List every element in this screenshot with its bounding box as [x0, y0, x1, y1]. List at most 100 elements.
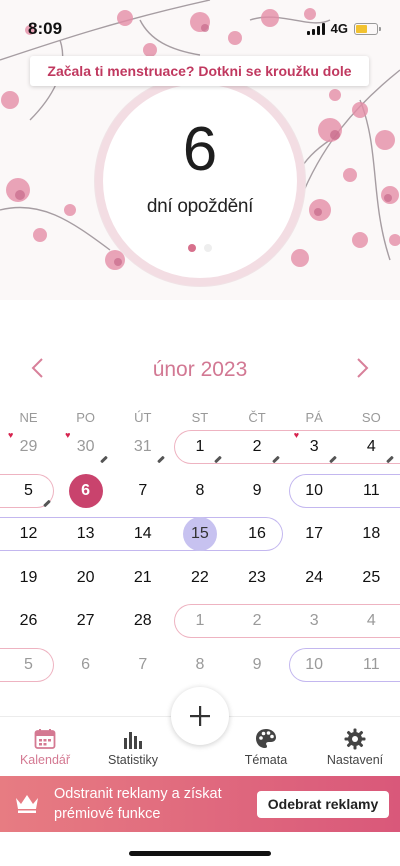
day-number: 5 [24, 655, 33, 673]
calendar-day[interactable]: 31 [114, 430, 171, 464]
calendar-day[interactable]: 7 [114, 648, 171, 682]
period-start-prompt[interactable]: Začala ti menstruace? Dotkni se kroužku … [30, 56, 369, 86]
calendar-day[interactable]: 8 [171, 648, 228, 682]
note-pencil-icon [328, 455, 337, 464]
calendar-day[interactable]: 4 [343, 604, 400, 638]
day-number: 3 [309, 612, 319, 629]
day-number: 18 [362, 525, 381, 542]
calendar-day[interactable]: 1 [171, 430, 228, 464]
day-number: 6 [81, 655, 91, 673]
calendar-day[interactable]: 25 [343, 561, 400, 595]
heart-icon: ♥ [8, 430, 14, 440]
page-dot-active[interactable] [188, 244, 196, 252]
day-number: 31 [133, 438, 152, 455]
calendar-day[interactable]: 29 ♥ [0, 430, 57, 464]
calendar-icon [0, 727, 90, 751]
nav-item-settings[interactable]: Nastavení [310, 727, 400, 767]
calendar-day[interactable]: 7 [114, 474, 171, 508]
day-number: 13 [76, 525, 95, 542]
calendar-day[interactable]: 11 [343, 648, 400, 682]
calendar-day[interactable]: 15 [171, 517, 228, 551]
month-title: únor 2023 [152, 358, 248, 381]
nav-label-settings: Nastavení [326, 753, 384, 767]
calendar-day[interactable]: 27 [57, 604, 114, 638]
calendar-day[interactable]: 30 ♥ [57, 430, 114, 464]
calendar-day[interactable]: 14 [114, 517, 171, 551]
calendar-day[interactable]: 21 [114, 561, 171, 595]
calendar-day-today[interactable]: 6 [57, 473, 114, 508]
calendar-day[interactable]: 28 [114, 604, 171, 638]
day-number: 14 [133, 525, 152, 542]
calendar-day[interactable]: 8 [171, 474, 228, 508]
day-number: 15 [182, 517, 217, 551]
calendar-day[interactable]: 18 [343, 517, 400, 551]
network-type: 4G [330, 21, 348, 36]
calendar-day[interactable]: 22 [171, 561, 228, 595]
calendar-day[interactable]: 4 [343, 430, 400, 464]
cycle-status-label: dní opoždění [146, 196, 254, 217]
day-number: 5 [24, 481, 33, 499]
calendar-day[interactable]: 3 ♥ [286, 430, 343, 464]
calendar-day[interactable]: 11 [343, 474, 400, 508]
battery-icon [354, 22, 381, 35]
calendar-day[interactable]: 5 [0, 474, 57, 508]
day-number: 2 [252, 438, 262, 455]
promo-banner[interactable]: Odstranit reklamy a získat prémiové funk… [0, 776, 400, 832]
calendar-day[interactable]: 10 [286, 648, 343, 682]
calendar-day[interactable]: 26 [0, 604, 57, 638]
note-pencil-icon [100, 455, 109, 464]
calendar-day[interactable]: 17 [286, 517, 343, 551]
note-pencil-icon [43, 499, 51, 507]
day-number: 12 [19, 525, 38, 542]
day-number: 19 [19, 568, 38, 586]
page-dot[interactable] [204, 244, 212, 252]
nav-item-calendar[interactable]: Kalendář [0, 727, 90, 767]
note-pencil-icon [271, 455, 280, 464]
day-number: 27 [76, 612, 95, 629]
status-bar: 8:09 4G [0, 0, 400, 50]
calendar-day[interactable]: 5 [0, 648, 57, 682]
remove-ads-button[interactable]: Odebrat reklamy [257, 791, 389, 818]
calendar-day[interactable]: 2 [229, 430, 286, 464]
calendar-day[interactable]: 12 [0, 517, 57, 551]
weekday-label: PÁ [305, 410, 323, 425]
calendar-day[interactable]: 24 [286, 561, 343, 595]
calendar-day[interactable]: 10 [286, 474, 343, 508]
status-time: 8:09 [28, 19, 63, 38]
cycle-day-count: 6 [182, 115, 218, 184]
calendar-day[interactable]: 2 [229, 604, 286, 638]
calendar-day[interactable]: 20 [57, 561, 114, 595]
calendar-day[interactable]: 9 [229, 648, 286, 682]
day-number: 3 [309, 438, 319, 455]
day-number: 25 [362, 568, 381, 586]
nav-item-themes[interactable]: Témata [221, 727, 311, 767]
calendar-day[interactable]: 16 [229, 517, 286, 551]
day-number: 26 [19, 612, 38, 629]
calendar-day[interactable]: 6 [57, 648, 114, 682]
day-number: 7 [138, 655, 148, 673]
day-number: 20 [76, 568, 95, 586]
calendar-day[interactable]: 1 [171, 604, 228, 638]
heart-icon: ♥ [293, 430, 300, 440]
day-number: 8 [195, 655, 205, 673]
cycle-ring-button[interactable]: 6 dní opoždění [95, 76, 305, 286]
nav-item-statistics[interactable]: Statistiky [88, 727, 178, 767]
weekday-label: PO [76, 410, 96, 425]
day-number: 9 [252, 481, 262, 499]
calendar-day[interactable]: 13 [57, 517, 114, 551]
add-entry-button[interactable] [171, 687, 229, 745]
gear-icon [310, 727, 400, 751]
calendar-day[interactable]: 3 [286, 604, 343, 638]
bar-chart-icon [88, 727, 178, 751]
calendar-day[interactable]: 19 [0, 561, 57, 595]
palette-icon [221, 727, 311, 751]
calendar-day[interactable]: 9 [229, 474, 286, 508]
day-number: 23 [248, 568, 266, 586]
chevron-right-icon[interactable] [348, 356, 378, 386]
day-number: 7 [138, 481, 148, 499]
plus-icon [190, 706, 210, 726]
page-indicator [103, 244, 297, 252]
crown-icon [14, 792, 40, 819]
calendar-day[interactable]: 23 [229, 561, 286, 595]
signal-icon [306, 22, 325, 35]
